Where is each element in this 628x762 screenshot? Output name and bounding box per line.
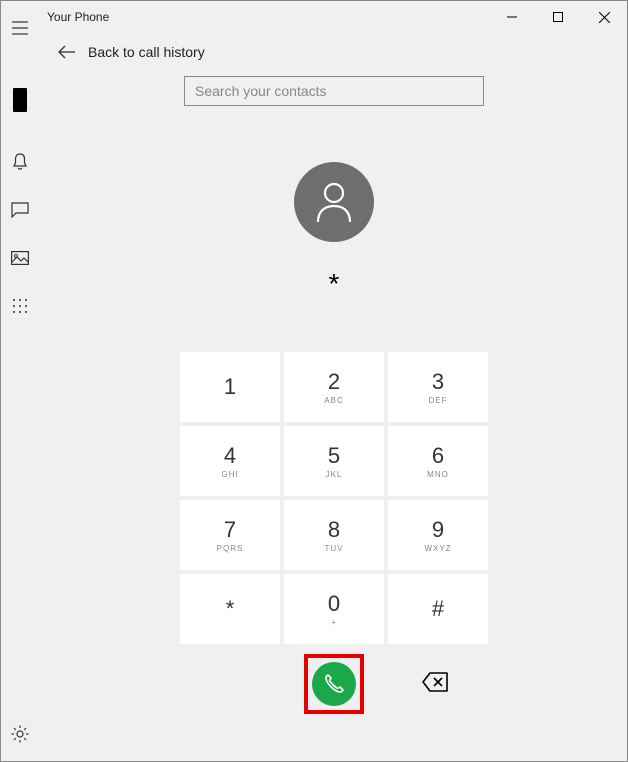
- main-content: Back to call history * 1 2ABC 3DEF 4GHI …: [40, 32, 628, 762]
- key-letters: MNO: [427, 470, 449, 479]
- key-digit: 6: [432, 443, 444, 469]
- title-bar: Your Phone: [1, 1, 627, 33]
- key-digit: 7: [224, 517, 236, 543]
- arrow-left-icon: [58, 45, 76, 59]
- chat-icon: [11, 202, 29, 218]
- keypad-key-star[interactable]: *: [180, 574, 280, 644]
- bell-icon: [12, 153, 28, 171]
- keypad-key-5[interactable]: 5JKL: [284, 426, 384, 496]
- keypad-key-hash[interactable]: #: [388, 574, 488, 644]
- hamburger-menu-button[interactable]: [0, 8, 40, 48]
- key-letters: PQRS: [217, 544, 244, 553]
- settings-button[interactable]: [0, 714, 40, 754]
- key-digit: 0: [328, 591, 340, 617]
- keypad-key-7[interactable]: 7PQRS: [180, 500, 280, 570]
- call-row: [40, 654, 628, 714]
- call-button[interactable]: [312, 662, 356, 706]
- sidebar-item-notifications[interactable]: [0, 142, 40, 182]
- keypad-key-6[interactable]: 6MNO: [388, 426, 488, 496]
- key-letters: DEF: [429, 396, 448, 405]
- keypad-key-4[interactable]: 4GHI: [180, 426, 280, 496]
- contact-avatar: [294, 162, 374, 242]
- key-digit: 9: [432, 517, 444, 543]
- key-digit: 8: [328, 517, 340, 543]
- keypad-key-1[interactable]: 1: [180, 352, 280, 422]
- minimize-icon: [507, 12, 517, 22]
- key-digit: 1: [224, 374, 236, 400]
- gear-icon: [11, 725, 29, 743]
- dialed-number: *: [329, 268, 340, 304]
- keypad: 1 2ABC 3DEF 4GHI 5JKL 6MNO 7PQRS 8TUV 9W…: [180, 352, 488, 644]
- sidebar-item-photos[interactable]: [0, 238, 40, 278]
- window-controls: [489, 1, 627, 33]
- keypad-key-8[interactable]: 8TUV: [284, 500, 384, 570]
- key-letters: +: [331, 618, 337, 627]
- backspace-button[interactable]: [422, 672, 448, 697]
- dialpad-icon: [12, 298, 28, 314]
- close-button[interactable]: [581, 1, 627, 33]
- key-letters: ABC: [324, 396, 343, 405]
- search-input-container[interactable]: [184, 76, 484, 106]
- person-icon: [314, 180, 354, 224]
- key-letters: TUV: [325, 544, 344, 553]
- phone-icon: [13, 88, 27, 112]
- sidebar-item-phone[interactable]: [0, 80, 40, 120]
- sidebar-item-messages[interactable]: [0, 190, 40, 230]
- key-digit: 2: [328, 369, 340, 395]
- keypad-key-2[interactable]: 2ABC: [284, 352, 384, 422]
- keypad-key-0[interactable]: 0+: [284, 574, 384, 644]
- maximize-icon: [553, 12, 563, 22]
- keypad-key-9[interactable]: 9WXYZ: [388, 500, 488, 570]
- app-title: Your Phone: [47, 10, 109, 24]
- minimize-button[interactable]: [489, 1, 535, 33]
- key-digit: 5: [328, 443, 340, 469]
- phone-icon: [323, 673, 345, 695]
- back-button[interactable]: Back to call history: [40, 32, 628, 76]
- search-input[interactable]: [195, 83, 473, 99]
- keypad-key-3[interactable]: 3DEF: [388, 352, 488, 422]
- key-digit: #: [432, 596, 444, 622]
- key-letters: WXYZ: [424, 544, 451, 553]
- backspace-icon: [422, 672, 448, 692]
- key-digit: 3: [432, 369, 444, 395]
- close-icon: [599, 12, 610, 23]
- call-button-highlight: [304, 654, 364, 714]
- hamburger-icon: [12, 21, 28, 35]
- sidebar: [0, 0, 40, 762]
- photo-icon: [11, 251, 29, 265]
- maximize-button[interactable]: [535, 1, 581, 33]
- key-letters: GHI: [221, 470, 238, 479]
- sidebar-item-calls[interactable]: [0, 286, 40, 326]
- key-digit: 4: [224, 443, 236, 469]
- key-digit: *: [226, 596, 235, 622]
- key-letters: JKL: [326, 470, 343, 479]
- back-label: Back to call history: [88, 44, 205, 60]
